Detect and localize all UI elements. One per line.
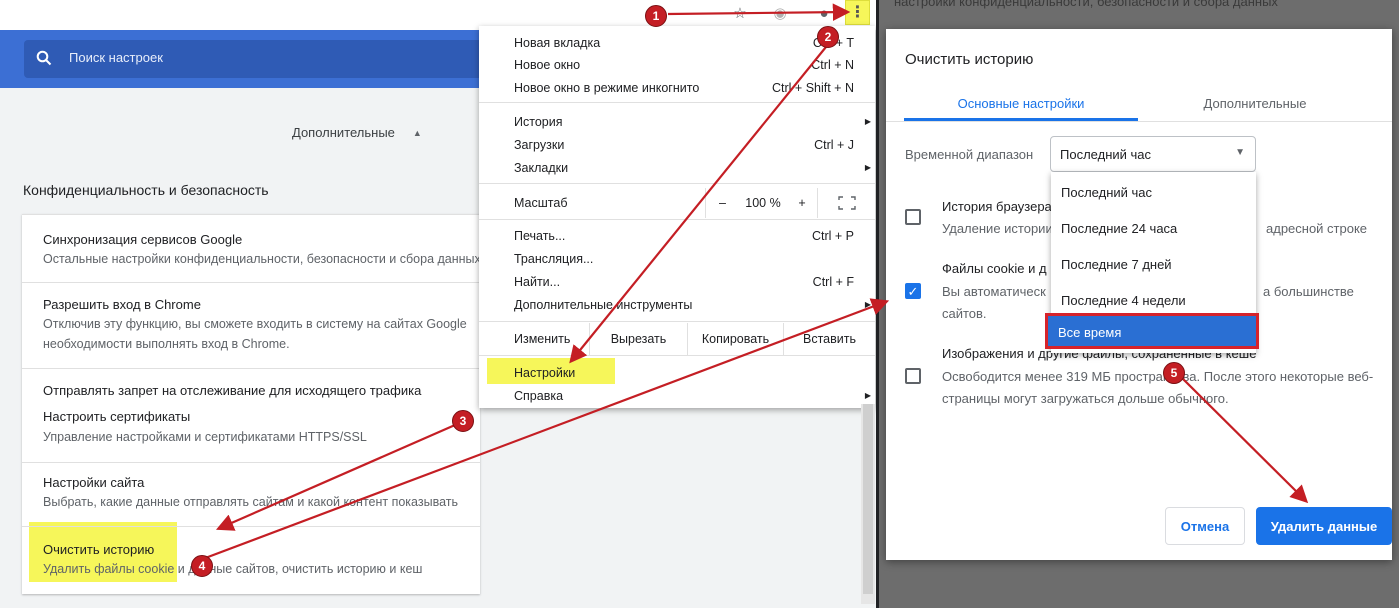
option-last-4-weeks[interactable]: Последние 4 недели — [1061, 293, 1186, 308]
privacy-settings-card: Синхронизация сервисов Google Остальные … — [22, 214, 480, 594]
step-badge-1: 1 — [645, 5, 667, 27]
step-badge-5: 5 — [1163, 362, 1185, 384]
tabs-divider — [886, 121, 1392, 122]
menu-bookmarks[interactable]: Закладки — [514, 161, 568, 175]
browser-history-desc: Удаление истории — [942, 221, 1053, 236]
option-last-hour[interactable]: Последний час — [1061, 185, 1152, 200]
menu-incognito[interactable]: Новое окно в режиме инкогнито — [514, 81, 699, 95]
submenu-arrow-icon: ▶ — [864, 391, 871, 400]
time-range-select[interactable]: Последний час ▼ — [1050, 136, 1256, 172]
privacy-section-heading: Конфиденциальность и безопасность — [23, 182, 269, 198]
option-last-7-days[interactable]: Последние 7 дней — [1061, 257, 1172, 272]
chrome-main-menu: Новая вкладка Ctrl + T Новое окно Ctrl +… — [479, 26, 875, 408]
cancel-button[interactable]: Отмена — [1165, 507, 1245, 545]
chrome-settings-page: ☆ ◉ ● ⋮ Поиск настроек Дополнительные ▲ … — [0, 0, 878, 608]
allow-chrome-signin-row[interactable]: Разрешить вход в Chrome Отключив эту фун… — [22, 282, 480, 368]
extension-icon[interactable]: ◉ — [769, 2, 791, 24]
cached-images-checkbox[interactable] — [905, 368, 921, 384]
shortcut-incognito: Ctrl + Shift + N — [772, 81, 854, 95]
site-settings-row[interactable]: Настройки сайта Выбрать, какие данные от… — [22, 462, 480, 526]
menu-more-tools[interactable]: Дополнительные инструменты — [514, 298, 692, 312]
menu-separator — [479, 355, 875, 356]
menu-zoom-label: Масштаб — [514, 196, 568, 210]
caret-down-icon: ▼ — [1235, 147, 1245, 158]
chrome-menu-button[interactable]: ⋮ — [845, 0, 870, 25]
option-last-24-hours[interactable]: Последние 24 часа — [1061, 221, 1177, 236]
advanced-label: Дополнительные — [292, 125, 395, 140]
fullscreen-icon[interactable] — [817, 188, 875, 218]
submenu-arrow-icon: ▶ — [864, 117, 871, 126]
search-input-placeholder[interactable]: Поиск настроек — [69, 50, 163, 65]
certificates-row[interactable]: Настроить сертификаты Управление настрой… — [22, 406, 480, 456]
menu-edit-label: Изменить — [514, 332, 571, 346]
zoom-out-button[interactable]: – — [705, 188, 739, 218]
shortcut-print: Ctrl + P — [811, 229, 854, 243]
shortcut-find: Ctrl + F — [812, 275, 854, 289]
cookies-title: Файлы cookie и д — [942, 261, 1047, 276]
menu-separator — [479, 102, 875, 103]
time-range-dropdown: Последний час Последние 24 часа Последни… — [1045, 172, 1259, 353]
tab-advanced[interactable]: Дополнительные — [1138, 85, 1372, 121]
dialog-title: Очистить историю — [905, 51, 1034, 68]
clear-history-row[interactable]: Очистить историю Удалить файлы cookie и … — [22, 526, 480, 594]
paste-button[interactable]: Вставить — [783, 323, 875, 355]
tab-basic-settings[interactable]: Основные настройки — [904, 85, 1138, 121]
background-page-text: настройки конфиденциальности, безопаснос… — [894, 0, 1278, 9]
sync-services-row[interactable]: Синхронизация сервисов Google Остальные … — [22, 214, 480, 282]
delete-data-button[interactable]: Удалить данные — [1256, 507, 1392, 545]
copy-button[interactable]: Копировать — [687, 323, 783, 355]
time-range-label: Временной диапазон — [905, 147, 1034, 162]
shortcut-downloads: Ctrl + J — [814, 138, 854, 152]
clear-history-dialog: Очистить историю Основные настройки Допо… — [886, 29, 1392, 560]
submenu-arrow-icon: ▶ — [864, 163, 871, 172]
browser-history-desc-tail: адресной строке — [1266, 221, 1368, 236]
menu-settings[interactable]: Настройки — [514, 366, 575, 380]
menu-cast[interactable]: Трансляция... — [514, 252, 593, 266]
browser-history-checkbox[interactable] — [905, 209, 921, 225]
step-badge-3: 3 — [452, 410, 474, 432]
step-badge-2: 2 — [817, 26, 839, 48]
bookmark-star-icon[interactable]: ☆ — [729, 2, 751, 24]
menu-new-tab[interactable]: Новая вкладка — [514, 36, 600, 50]
menu-separator — [479, 219, 875, 220]
advanced-toggle[interactable]: Дополнительные ▲ — [292, 125, 422, 140]
menu-downloads[interactable]: Загрузки — [514, 138, 564, 152]
submenu-arrow-icon: ▶ — [864, 300, 871, 309]
menu-print[interactable]: Печать... — [514, 229, 565, 243]
cached-images-desc-line2: страницы могут загружаться дольше обычно… — [942, 391, 1229, 406]
cookies-desc: Вы автоматическ — [942, 284, 1046, 299]
cut-button[interactable]: Вырезать — [589, 323, 687, 355]
menu-separator — [479, 321, 875, 322]
menu-find[interactable]: Найти... — [514, 275, 560, 289]
search-icon — [36, 46, 56, 70]
option-all-time-label: Все время — [1058, 325, 1122, 340]
page-scrollbar-thumb[interactable] — [863, 404, 873, 594]
zoom-level: 100 % — [745, 196, 781, 210]
step-badge-4: 4 — [191, 555, 213, 577]
profile-avatar-icon[interactable]: ● — [813, 2, 835, 24]
menu-new-window[interactable]: Новое окно — [514, 58, 580, 72]
zoom-in-button[interactable]: + — [787, 188, 817, 218]
cookies-desc-tail: а большинстве — [1263, 284, 1354, 299]
menu-separator — [479, 183, 875, 184]
clear-history-screen: настройки конфиденциальности, безопаснос… — [879, 0, 1399, 608]
caret-up-icon: ▲ — [412, 127, 422, 138]
cookies-desc-line2: сайтов. — [942, 306, 987, 321]
menu-history[interactable]: История — [514, 115, 562, 129]
browser-history-title: История браузера — [942, 199, 1052, 214]
shortcut-new-window: Ctrl + N — [811, 58, 854, 72]
option-all-time[interactable]: Все время — [1045, 313, 1259, 349]
do-not-track-row[interactable]: Отправлять запрет на отслеживание для ис… — [22, 368, 480, 406]
time-range-value: Последний час — [1060, 147, 1152, 162]
cached-images-desc: Освободится менее 319 МБ пространства. П… — [942, 369, 1374, 384]
cookies-checkbox[interactable]: ✓ — [905, 283, 921, 299]
menu-help[interactable]: Справка — [514, 389, 563, 403]
